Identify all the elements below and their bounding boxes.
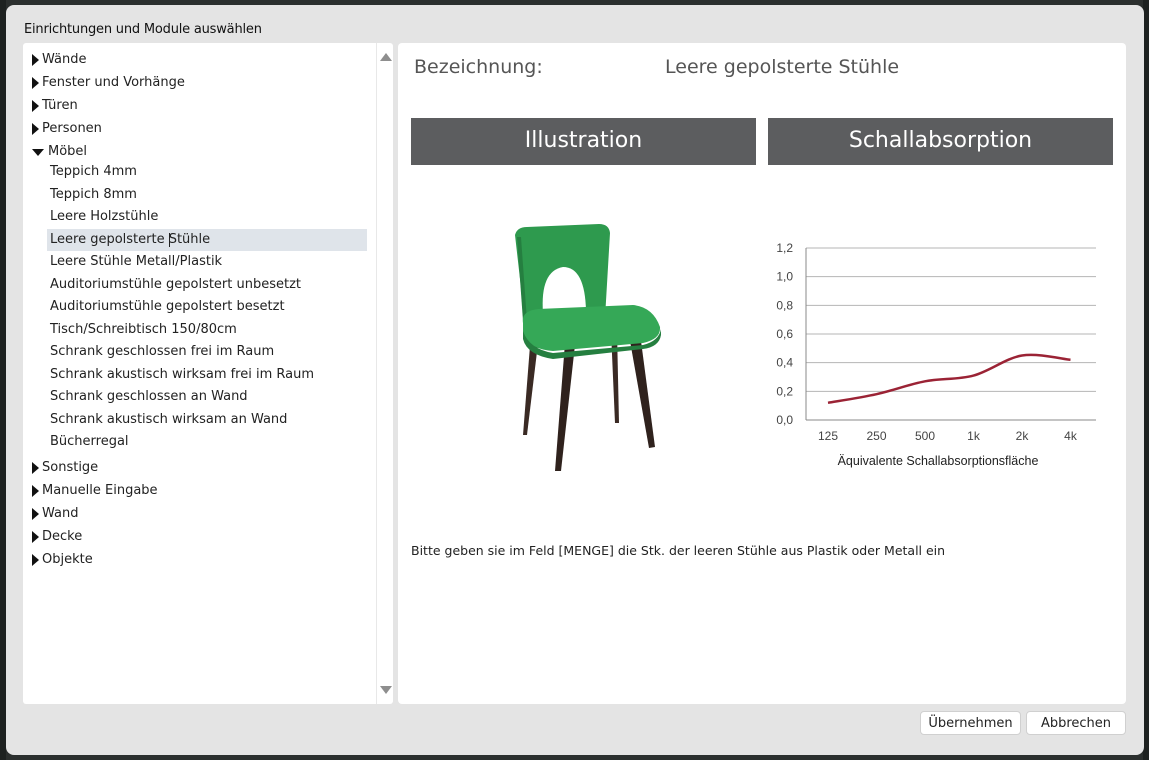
designation-value: Leere gepolsterte Stühle bbox=[665, 56, 900, 78]
tree-item-label: Leere Holzstühle bbox=[50, 209, 159, 224]
tree-category[interactable]: Wände bbox=[23, 49, 377, 71]
tree-item-label: Teppich 8mm bbox=[50, 186, 137, 202]
tree-category[interactable]: Decke bbox=[23, 526, 377, 548]
tree-item-label: Tisch/Schreibtisch 150/80cm bbox=[50, 321, 237, 337]
tree-category[interactable]: Personen bbox=[23, 118, 377, 140]
tree-category-label: Decke bbox=[42, 528, 83, 544]
tree-item-label: Teppich 4mm bbox=[50, 164, 137, 179]
tree-item[interactable]: Teppich 4mm bbox=[47, 161, 367, 183]
x-tick-label: 125 bbox=[818, 429, 838, 443]
cancel-button[interactable]: Abbrechen bbox=[1026, 711, 1126, 735]
tree-item[interactable]: Leere Stühle Metall/Plastik bbox=[47, 251, 367, 273]
tree-item[interactable]: Auditoriumstühle gepolstert unbesetzt bbox=[47, 274, 367, 296]
x-tick-label: 4k bbox=[1064, 429, 1078, 443]
tree-item-label: Schrank akustisch wirksam frei im Raum bbox=[50, 366, 315, 382]
caret-right-icon[interactable] bbox=[32, 461, 39, 474]
y-tick-label: 0,8 bbox=[776, 298, 793, 312]
tree-category[interactable]: Möbel bbox=[23, 141, 377, 163]
tree-category-label: Wände bbox=[42, 52, 87, 67]
tree-category[interactable]: Türen bbox=[23, 95, 377, 117]
y-tick-label: 0,6 bbox=[776, 327, 793, 341]
tree-category[interactable]: Fenster und Vorhänge bbox=[23, 72, 377, 94]
tree-item[interactable]: Tisch/Schreibtisch 150/80cm bbox=[47, 319, 367, 341]
tree-item[interactable]: Teppich 8mm bbox=[47, 184, 367, 206]
y-tick-label: 1,0 bbox=[776, 270, 793, 284]
tree-category-label: Wand bbox=[42, 505, 79, 521]
y-tick-label: 0,4 bbox=[776, 356, 793, 370]
tree-category-label: Objekte bbox=[42, 551, 93, 567]
x-tick-label: 1k bbox=[967, 429, 981, 443]
caret-right-icon[interactable] bbox=[32, 123, 39, 135]
tree-category[interactable]: Manuelle Eingabe bbox=[23, 480, 377, 502]
tree-item-label: Auditoriumstühle gepolstert unbesetzt bbox=[50, 276, 302, 292]
illustration-header: Illustration bbox=[411, 118, 756, 165]
tree-category-label: Fenster und Vorhänge bbox=[42, 75, 185, 90]
scroll-up-icon[interactable] bbox=[380, 53, 392, 61]
tree-item-label: Bücherregal bbox=[50, 434, 129, 449]
tree-category-label: Türen bbox=[42, 98, 78, 113]
tree-item-label: Leere Stühle Metall/Plastik bbox=[50, 254, 223, 269]
text-cursor bbox=[169, 232, 170, 247]
x-axis-label: Äquivalente Schallabsorptionsfläche bbox=[838, 454, 1039, 468]
tree-item[interactable]: Auditoriumstühle gepolstert besetzt bbox=[47, 296, 367, 318]
tree-item-label: Schrank geschlossen an Wand bbox=[50, 389, 248, 404]
instruction-text: Bitte geben sie im Feld [MENGE] die Stk.… bbox=[411, 543, 946, 558]
tree-category[interactable]: Sonstige bbox=[23, 457, 377, 479]
detail-panel: Bezeichnung: Leere gepolsterte Stühle Il… bbox=[398, 43, 1126, 704]
y-tick-label: 0,2 bbox=[776, 384, 793, 398]
absorption-curve bbox=[827, 353, 1071, 405]
module-selection-dialog: Einrichtungen und Module auswählen Wände… bbox=[6, 5, 1144, 755]
tree-item-label: Auditoriumstühle gepolstert besetzt bbox=[50, 299, 285, 314]
tree-category-label: Möbel bbox=[48, 144, 88, 159]
tree-item[interactable]: Schrank akustisch wirksam frei im Raum bbox=[47, 364, 367, 386]
caret-right-icon[interactable] bbox=[32, 77, 39, 89]
caret-right-icon[interactable] bbox=[32, 484, 39, 497]
caret-down-icon[interactable] bbox=[32, 149, 44, 156]
chair-illustration bbox=[493, 223, 668, 473]
caret-right-icon[interactable] bbox=[32, 54, 39, 66]
apply-button[interactable]: Übernehmen bbox=[920, 711, 1021, 735]
tree-item[interactable]: Leere Holzstühle bbox=[47, 206, 367, 228]
y-tick-label: 0,0 bbox=[776, 413, 793, 427]
tree-category-label: Sonstige bbox=[42, 459, 99, 475]
absorption-chart: 0,0 0,2 0,4 0,6 0,8 1,0 1,2 125 250 500 1k 2k 4k Äqui… bbox=[763, 233, 1108, 473]
designation-label: Bezeichnung: bbox=[414, 56, 543, 78]
absorption-header: Schallabsorption bbox=[768, 118, 1113, 165]
x-tick-label: 250 bbox=[866, 429, 886, 443]
caret-right-icon[interactable] bbox=[32, 507, 39, 520]
category-tree-panel: Wände Fenster und Vorhänge Türen Personen Mö… bbox=[23, 43, 393, 704]
tree-item-selected[interactable]: Leere gepolsterte Stühle bbox=[47, 228, 367, 251]
scroll-down-icon[interactable] bbox=[380, 686, 392, 694]
dialog-title: Einrichtungen und Module auswählen bbox=[24, 22, 262, 37]
caret-right-icon[interactable] bbox=[32, 530, 39, 543]
tree-category-label: Manuelle Eingabe bbox=[42, 482, 158, 498]
caret-right-icon[interactable] bbox=[32, 100, 39, 112]
caret-right-icon[interactable] bbox=[32, 553, 39, 566]
tree-category[interactable]: Objekte bbox=[23, 549, 377, 571]
x-tick-label: 500 bbox=[915, 429, 935, 443]
y-tick-label: 1,2 bbox=[776, 241, 793, 255]
tree-item[interactable]: Bücherregal bbox=[47, 431, 367, 453]
tree-item-label: Schrank geschlossen frei im Raum bbox=[50, 344, 275, 359]
tree-category-label: Personen bbox=[42, 121, 102, 136]
tree-category[interactable]: Wand bbox=[23, 503, 377, 525]
tree-item[interactable]: Schrank akustisch wirksam an Wand bbox=[47, 409, 367, 431]
tree-item-label: Schrank akustisch wirksam an Wand bbox=[50, 411, 288, 427]
tree-scrollbar[interactable] bbox=[376, 43, 393, 704]
absorption-chart-svg: 0,0 0,2 0,4 0,6 0,8 1,0 1,2 125 250 500 1k 2k 4k Äqui… bbox=[776, 241, 1096, 468]
tree-item-label: Leere gepolsterte Stühle bbox=[50, 231, 211, 247]
x-tick-label: 2k bbox=[1016, 429, 1030, 443]
tree-item[interactable]: Schrank geschlossen frei im Raum bbox=[47, 341, 367, 363]
tree-item[interactable]: Schrank geschlossen an Wand bbox=[47, 386, 367, 408]
